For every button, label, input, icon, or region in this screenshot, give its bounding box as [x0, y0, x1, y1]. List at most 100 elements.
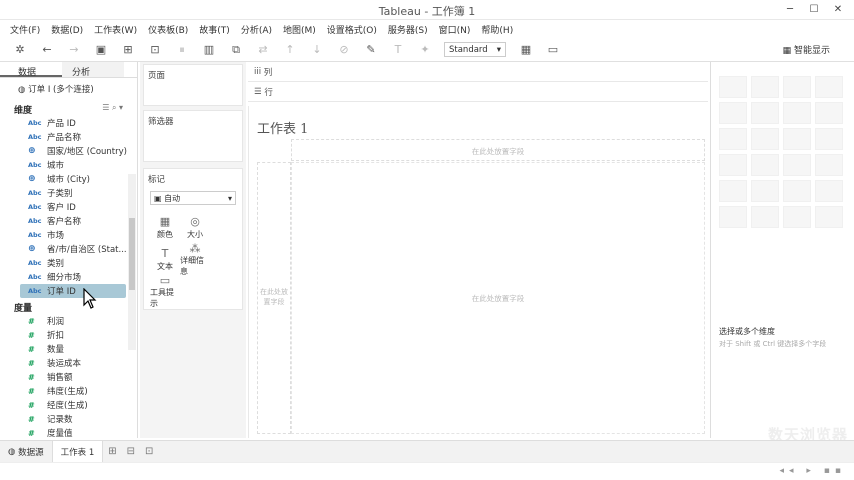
- chart-icon[interactable]: ▥: [201, 42, 217, 58]
- filters-card[interactable]: 筛选器: [143, 110, 243, 162]
- dimension-field[interactable]: Abc 客户 ID: [0, 200, 137, 214]
- size-button[interactable]: ◎ 大小: [180, 211, 210, 243]
- undo-icon[interactable]: ←: [39, 42, 55, 58]
- measure-field[interactable]: # 纬度(生成): [0, 384, 137, 398]
- detail-button[interactable]: ⁂ 详细信息: [180, 242, 210, 276]
- measure-field[interactable]: # 记录数: [0, 412, 137, 426]
- tab-data[interactable]: 数据: [0, 62, 62, 78]
- sort-asc-icon[interactable]: ↑: [282, 42, 298, 58]
- dimension-field[interactable]: Abc 子类别: [0, 186, 137, 200]
- chart-type-thumbnail[interactable]: [783, 102, 811, 124]
- highlight-icon[interactable]: ✎: [363, 42, 379, 58]
- chart-type-thumbnail[interactable]: [815, 180, 843, 202]
- chart-type-thumbnail[interactable]: [815, 154, 843, 176]
- measure-field[interactable]: # 折扣: [0, 328, 137, 342]
- dimension-field[interactable]: Abc 市场: [0, 228, 137, 242]
- presentation-icon[interactable]: ▭: [545, 42, 561, 58]
- drop-field-zone[interactable]: 在此处放置字段: [291, 162, 705, 434]
- sheet-tab[interactable]: 工作表 1: [51, 440, 104, 463]
- marks-type-select[interactable]: ▣ 自动 ▾: [150, 191, 236, 205]
- sort-desc-icon[interactable]: ↓: [309, 42, 325, 58]
- duplicate-icon[interactable]: ⧉: [228, 42, 244, 58]
- drop-column-zone[interactable]: 在此处放置字段: [291, 139, 705, 161]
- dimension-field[interactable]: Abc 客户名称: [0, 214, 137, 228]
- chart-type-thumbnail[interactable]: [719, 102, 747, 124]
- chart-type-thumbnail[interactable]: [783, 154, 811, 176]
- tableau-logo-icon[interactable]: ✲: [12, 42, 28, 58]
- tab-analysis[interactable]: 分析: [62, 62, 124, 78]
- chart-type-thumbnail[interactable]: [815, 102, 843, 124]
- minimize-button[interactable]: ─: [778, 0, 802, 18]
- menu-window[interactable]: 窗口(N): [439, 23, 471, 36]
- chart-type-thumbnail[interactable]: [751, 128, 779, 150]
- chart-type-thumbnail[interactable]: [783, 76, 811, 98]
- label-icon[interactable]: T: [390, 42, 406, 58]
- chart-type-thumbnail[interactable]: [719, 154, 747, 176]
- group-icon[interactable]: ⊘: [336, 42, 352, 58]
- drop-row-zone[interactable]: 在此处放置字段: [257, 162, 291, 434]
- dimension-field[interactable]: ⊕ 城市 (City): [0, 172, 137, 186]
- dimension-field[interactable]: Abc 细分市场: [0, 270, 137, 284]
- menu-file[interactable]: 文件(F): [10, 23, 40, 36]
- menu-story[interactable]: 故事(T): [199, 23, 230, 36]
- text-button[interactable]: T 文本: [150, 243, 180, 275]
- swap-icon[interactable]: ⇄: [255, 42, 271, 58]
- data-source[interactable]: ◍ 订单 I (多个连接): [0, 78, 137, 100]
- measure-field[interactable]: # 销售额: [0, 370, 137, 384]
- worksheet-title[interactable]: 工作表 1: [257, 118, 308, 137]
- pause-icon[interactable]: ⏸: [174, 42, 190, 58]
- scrollbar[interactable]: [128, 174, 136, 350]
- chart-type-thumbnail[interactable]: [751, 76, 779, 98]
- new-dashboard-icon[interactable]: ⊟: [127, 446, 135, 457]
- redo-icon[interactable]: →: [66, 42, 82, 58]
- menu-map[interactable]: 地图(M): [283, 23, 316, 36]
- rows-shelf[interactable]: ☰ 行: [248, 82, 708, 102]
- new-datasource-icon[interactable]: ⊞: [120, 42, 136, 58]
- measure-field[interactable]: # 经度(生成): [0, 398, 137, 412]
- columns-shelf[interactable]: iii 列: [248, 62, 708, 82]
- smart-show-button[interactable]: ▦ 智能显示: [783, 43, 830, 56]
- maximize-button[interactable]: ☐: [802, 0, 826, 18]
- tooltip-button[interactable]: ▭ 工具提示: [150, 274, 180, 308]
- chart-type-thumbnail[interactable]: [783, 206, 811, 228]
- chart-type-thumbnail[interactable]: [815, 206, 843, 228]
- chart-type-thumbnail[interactable]: [815, 76, 843, 98]
- chart-type-thumbnail[interactable]: [719, 128, 747, 150]
- dimension-field[interactable]: ⊕ 省/市/自治区 (Stat...: [0, 242, 137, 256]
- menu-data[interactable]: 数据(D): [51, 23, 83, 36]
- measure-field[interactable]: # 装运成本: [0, 356, 137, 370]
- measure-field[interactable]: # 数量: [0, 342, 137, 356]
- close-button[interactable]: ✕: [826, 0, 850, 18]
- selected-field[interactable]: Abc 订单 ID: [20, 284, 126, 298]
- measure-field[interactable]: # 度量值: [0, 426, 137, 440]
- dimension-field[interactable]: Abc 类别: [0, 256, 137, 270]
- chart-type-thumbnail[interactable]: [751, 206, 779, 228]
- chart-type-thumbnail[interactable]: [751, 180, 779, 202]
- chart-type-thumbnail[interactable]: [751, 102, 779, 124]
- new-sheet-icon[interactable]: ⊞: [108, 446, 116, 457]
- fit-select[interactable]: Standard ▾: [444, 42, 506, 57]
- chart-type-thumbnail[interactable]: [719, 76, 747, 98]
- new-sheet-icon[interactable]: ⊡: [147, 42, 163, 58]
- scrollbar-thumb[interactable]: [129, 218, 135, 290]
- data-source-tab[interactable]: ◍ 数据源: [0, 441, 52, 463]
- color-button[interactable]: ▦ 颜色: [150, 211, 180, 243]
- dimension-field[interactable]: Abc 产品 ID: [0, 116, 137, 130]
- menu-worksheet[interactable]: 工作表(W): [94, 23, 137, 36]
- card-icon[interactable]: ▦: [518, 42, 534, 58]
- chart-type-thumbnail[interactable]: [783, 180, 811, 202]
- dimension-field[interactable]: ⊕ 国家/地区 (Country): [0, 144, 137, 158]
- chart-type-thumbnail[interactable]: [719, 180, 747, 202]
- dimension-field[interactable]: Abc 城市: [0, 158, 137, 172]
- pin-icon[interactable]: ✦: [417, 42, 433, 58]
- chart-type-thumbnail[interactable]: [783, 128, 811, 150]
- menu-dashboard[interactable]: 仪表板(B): [148, 23, 188, 36]
- new-story-icon[interactable]: ⊡: [145, 446, 153, 457]
- save-icon[interactable]: ▣: [93, 42, 109, 58]
- chart-type-thumbnail[interactable]: [815, 128, 843, 150]
- menu-server[interactable]: 服务器(S): [388, 23, 428, 36]
- menu-analysis[interactable]: 分析(A): [241, 23, 272, 36]
- chart-type-thumbnail[interactable]: [719, 206, 747, 228]
- chart-type-thumbnail[interactable]: [751, 154, 779, 176]
- menu-format[interactable]: 设置格式(O): [327, 23, 377, 36]
